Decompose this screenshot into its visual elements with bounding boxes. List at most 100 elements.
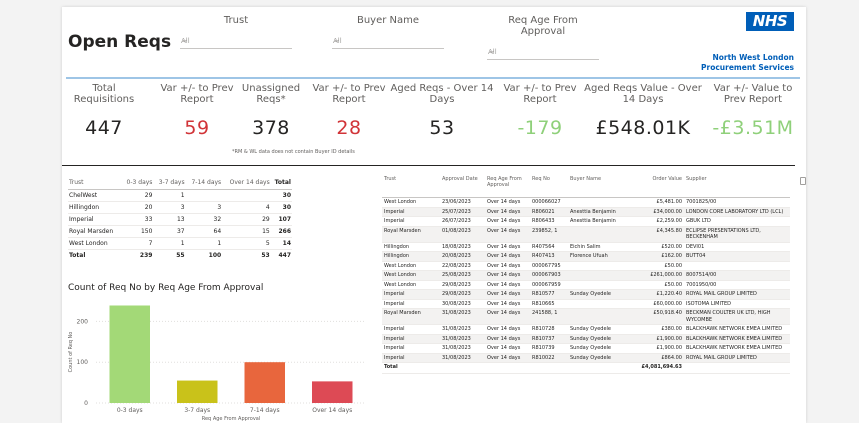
kpi-aged-reqs: Aged Reqs - Over 14 Days 53 — [389, 83, 495, 139]
detail-header[interactable]: Approval Date — [440, 175, 485, 198]
detail-header[interactable]: Req Age From Approval — [485, 175, 530, 198]
matrix-row[interactable]: Imperial 33 13 32 29 107 — [68, 213, 292, 226]
detail-header[interactable]: Buyer Name — [568, 175, 630, 198]
matrix-cell: 1 — [153, 237, 186, 250]
bar-3-7-days — [177, 380, 218, 403]
table-row[interactable]: Imperial 29/08/2023 Over 14 days R810577 Sun… — [382, 289, 790, 300]
kpi-label: Aged Reqs Value - Over 14 Days — [584, 83, 702, 105]
matrix-row[interactable]: West London 7 1 1 5 14 — [68, 237, 292, 250]
table-row[interactable]: Imperial 25/07/2023 Over 14 days R806021 Ane… — [382, 207, 790, 217]
matrix-cell: 29 — [222, 213, 271, 226]
matrix-row[interactable]: Royal Marsden 150 37 64 15 266 — [68, 225, 292, 238]
trust-dropdown[interactable]: All ⌄ — [180, 31, 292, 49]
detail-cell: West London — [382, 270, 440, 281]
detail-cell: 8007514/00 — [684, 270, 790, 281]
matrix-cell — [185, 189, 223, 202]
detail-cell: £1,220.40 — [630, 289, 684, 300]
detail-cell: 31/08/2023 — [440, 353, 485, 363]
matrix-cell: 5 — [222, 237, 271, 250]
detail-cell: 30/08/2023 — [440, 299, 485, 309]
chart-title: Count of Req No by Req Age From Approval — [68, 283, 264, 293]
table-row[interactable]: West London 23/06/2023 Over 14 days 0000660… — [382, 197, 790, 208]
kpi-label: Var +/- Value to Prev Report — [713, 83, 793, 105]
detail-cell: Eichin Salim — [568, 242, 630, 252]
detail-cell — [568, 197, 630, 208]
matrix-header[interactable]: 7-14 days — [185, 177, 223, 190]
detail-table[interactable]: Trust Approval Date Req Age From Approva… — [382, 175, 790, 374]
matrix-cell: 30 — [270, 201, 292, 214]
table-row[interactable]: West London 29/08/2023 Over 14 days 0000679… — [382, 280, 790, 290]
detail-cell: 29/08/2023 — [440, 280, 485, 290]
kpi-label: Var +/- to Prev Report — [503, 83, 577, 105]
matrix-row[interactable]: Hillingdon 20 3 3 4 30 — [68, 201, 292, 214]
detail-cell: 000066027 — [530, 197, 568, 208]
bar-over-14-days — [312, 381, 353, 403]
kpi-value: -£3.51M — [712, 117, 794, 139]
table-row[interactable]: Hillingdon 20/08/2023 Over 14 days R407413 F… — [382, 251, 790, 262]
detail-total-value: £4,081,694.63 — [630, 362, 684, 374]
buyer-name-dropdown[interactable]: All ⌄ — [332, 31, 444, 49]
matrix-header[interactable]: Total — [270, 177, 292, 190]
matrix-cell: 64 — [185, 225, 223, 238]
detail-cell: £380.00 — [630, 324, 684, 335]
kpi-value: -179 — [517, 117, 563, 139]
req-age-slicer[interactable]: Req Age From Approval All ⌄ — [487, 15, 599, 60]
x-tick-label: 7-14 days — [250, 407, 280, 414]
matrix-header[interactable]: 0-3 days — [121, 177, 154, 190]
table-row[interactable]: Imperial 31/08/2023 Over 14 days R810737 Sun… — [382, 334, 790, 344]
detail-cell: 25/08/2023 — [440, 270, 485, 281]
matrix-cell: ChelWest — [68, 189, 122, 202]
matrix-header[interactable]: Trust — [68, 177, 122, 190]
detail-cell: DEVI01 — [684, 242, 790, 252]
matrix-header[interactable]: Over 14 days — [222, 177, 271, 190]
table-row[interactable]: West London 22/08/2023 Over 14 days 0000677… — [382, 261, 790, 271]
table-row[interactable]: Royal Marsden 31/08/2023 Over 14 days 24158… — [382, 308, 790, 325]
req-age-bar-chart[interactable]: 0 100 200 0-3 days 3-7 days 7-14 days Over 14 … — [62, 295, 372, 423]
detail-header[interactable]: Trust — [382, 175, 440, 198]
table-row[interactable]: Hillingdon 18/08/2023 Over 14 days R407564 E… — [382, 242, 790, 252]
detail-cell: R806021 — [530, 207, 568, 217]
matrix-cell: 3 — [185, 201, 223, 214]
matrix-cell: 15 — [222, 225, 271, 238]
kpi-value: 28 — [336, 117, 362, 139]
table-row[interactable]: Imperial 31/08/2023 Over 14 days R810022 Sun… — [382, 353, 790, 363]
buyer-name-slicer[interactable]: Buyer Name All ⌄ — [332, 15, 444, 49]
detail-cell: £261,000.00 — [630, 270, 684, 281]
detail-cell: R810577 — [530, 289, 568, 300]
detail-cell: Sunday Oyedele — [568, 334, 630, 344]
table-row[interactable]: West London 25/08/2023 Over 14 days 0000679… — [382, 270, 790, 281]
table-row[interactable]: Imperial 26/07/2023 Over 14 days R806433 Ane… — [382, 216, 790, 227]
table-row[interactable]: Imperial 31/08/2023 Over 14 days R810728 Sun… — [382, 324, 790, 335]
table-row[interactable]: Royal Marsden 01/08/2023 Over 14 days 23985… — [382, 226, 790, 243]
req-age-dropdown[interactable]: All ⌄ — [487, 42, 599, 60]
detail-cell: Over 14 days — [485, 261, 530, 271]
detail-cell: 7001950/00 — [684, 280, 790, 290]
detail-cell: £864.00 — [630, 353, 684, 363]
y-tick-label: 0 — [84, 400, 88, 407]
detail-total-label: Total — [382, 362, 440, 374]
detail-header[interactable]: Req No — [530, 175, 568, 198]
matrix-cell: Hillingdon — [68, 201, 122, 214]
table-row[interactable]: Imperial 30/08/2023 Over 14 days R810665 £60… — [382, 299, 790, 309]
trust-age-matrix[interactable]: Trust 0-3 days 3-7 days 7-14 days Over 1… — [68, 177, 292, 261]
detail-cell: Imperial — [382, 299, 440, 309]
table-row[interactable]: Imperial 31/08/2023 Over 14 days R810739 Sun… — [382, 343, 790, 354]
detail-cell: Hillingdon — [382, 242, 440, 252]
detail-header[interactable]: Supplier — [684, 175, 790, 198]
detail-cell: 20/08/2023 — [440, 251, 485, 262]
detail-cell: 26/07/2023 — [440, 216, 485, 227]
detail-cell: 31/08/2023 — [440, 308, 485, 325]
detail-cell: BLACKHAWK NETWORK EMEA LIMITED — [684, 324, 790, 335]
kpi-label: Var +/- to Prev Report — [312, 83, 386, 105]
nhs-logo: NHS — [746, 12, 794, 31]
detail-header[interactable]: Order Value — [630, 175, 684, 198]
detail-cell: Imperial — [382, 343, 440, 354]
trust-slicer[interactable]: Trust All ⌄ — [180, 15, 292, 49]
scrollbar-handle[interactable] — [800, 177, 806, 185]
kpi-aged-reqs-value: Aged Reqs Value - Over 14 Days £548.01K — [580, 83, 706, 139]
matrix-row[interactable]: ChelWest 29 1 30 — [68, 189, 292, 202]
matrix-cell: 107 — [270, 213, 292, 226]
detail-cell: Over 14 days — [485, 324, 530, 335]
matrix-header[interactable]: 3-7 days — [153, 177, 186, 190]
detail-table-container[interactable]: Trust Approval Date Req Age From Approva… — [382, 175, 790, 423]
